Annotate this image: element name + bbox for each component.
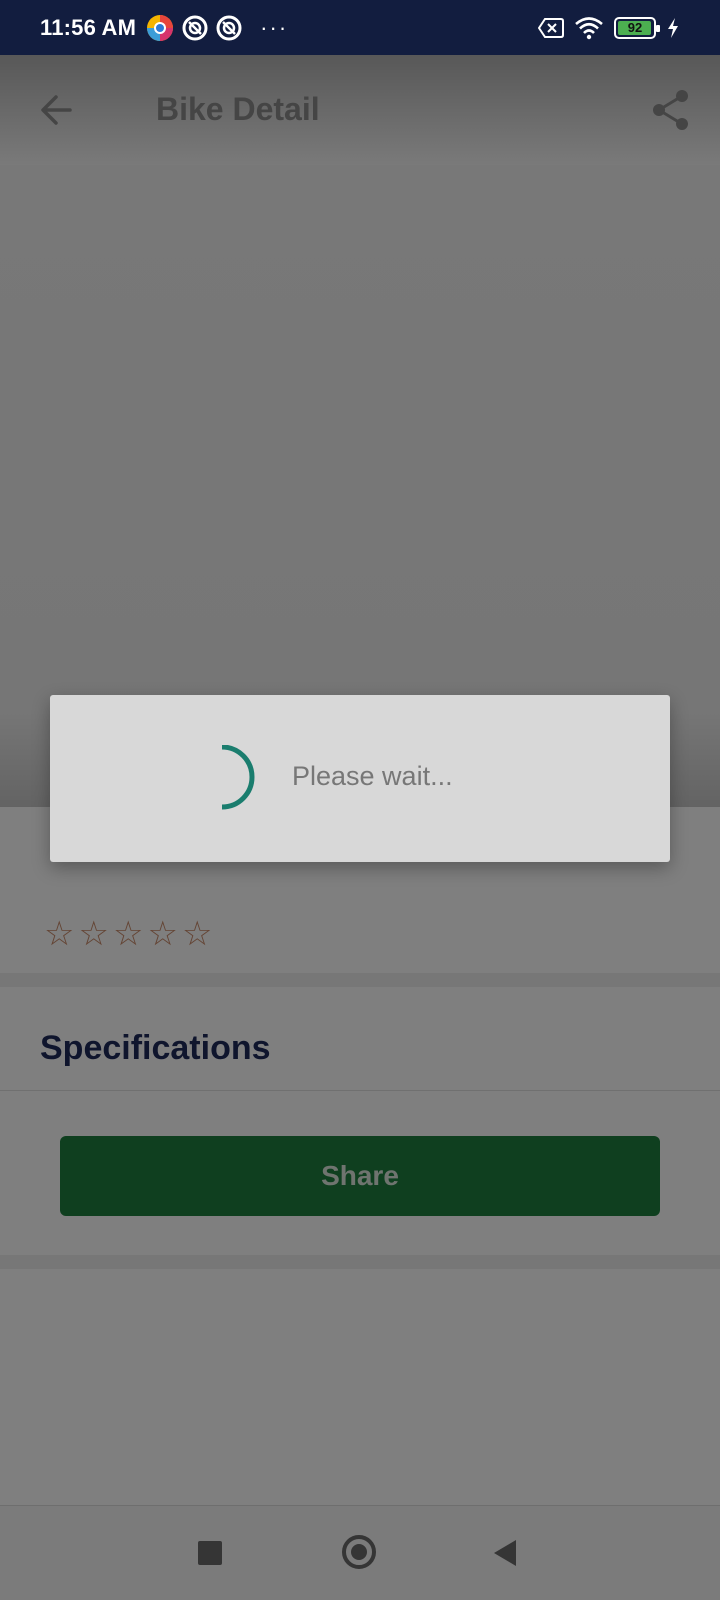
status-time: 11:56 AM (40, 14, 137, 40)
more-dots-icon: ··· (260, 14, 289, 40)
battery-nub (656, 24, 660, 32)
browser-app-icon (147, 14, 174, 41)
loading-spinner-icon (221, 745, 255, 810)
status-bar: 11:56 AM ··· 92 (0, 0, 720, 55)
wifi-icon (575, 16, 603, 39)
notification-icon (216, 15, 242, 40)
charging-icon (668, 17, 678, 38)
no-sim-icon (538, 17, 564, 38)
status-left-icons: ··· (146, 14, 288, 42)
status-right-icons: 92 (538, 16, 680, 40)
loading-dialog: Please wait... (50, 695, 670, 862)
battery-icon: 92 (614, 16, 660, 39)
loading-message: Please wait... (292, 761, 453, 791)
screen: 11:56 AM ··· 92 Please wait... (0, 0, 720, 1600)
battery-level: 92 (627, 20, 643, 35)
notification-icon (182, 15, 208, 40)
